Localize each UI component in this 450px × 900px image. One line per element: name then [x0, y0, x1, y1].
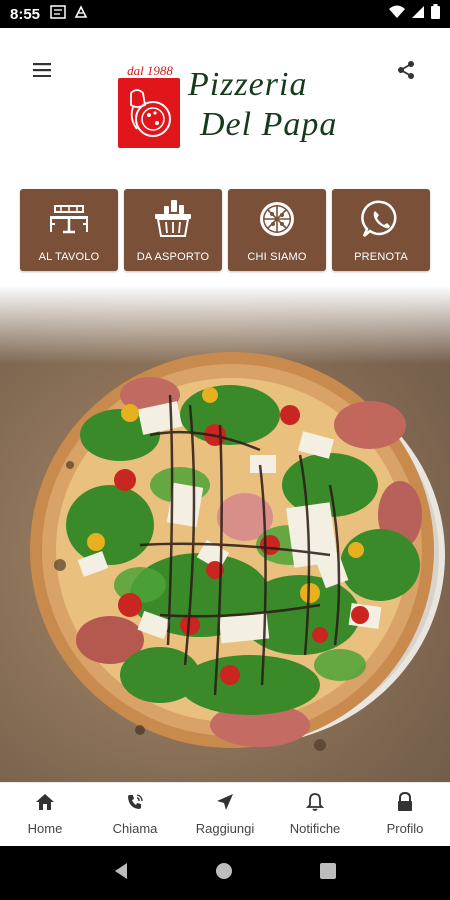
bottom-navigation: Home Chiama Raggiungi Notifiche Profilo: [0, 782, 450, 846]
logo-badge: dal 1988: [118, 62, 180, 148]
whatsapp-icon: [361, 199, 401, 239]
app-header: dal 1988 Pizzeria Del Papa: [0, 28, 450, 178]
nav-notifiche[interactable]: Notifiche: [270, 783, 360, 846]
tile-da-asporto[interactable]: DA ASPORTO: [124, 189, 222, 271]
basket-icon: [153, 199, 193, 239]
logo-name-line1: Pizzeria: [188, 66, 308, 103]
nav-chiama[interactable]: Chiama: [90, 783, 180, 846]
navigation-arrow-icon: [214, 791, 236, 813]
share-icon[interactable]: [392, 56, 420, 84]
nav-raggiungi[interactable]: Raggiungi: [180, 783, 270, 846]
recents-icon[interactable]: [319, 862, 337, 885]
action-tiles: AL TAVOLO DA ASPORTO CHI SIAMO PRENOTA: [20, 189, 430, 271]
pizza-icon: [257, 199, 297, 239]
hamburger-menu-icon[interactable]: [28, 56, 56, 84]
status-time: 8:55: [10, 5, 41, 23]
lock-icon: [394, 791, 416, 813]
tile-label: CHI SIAMO: [247, 251, 307, 263]
nav-home[interactable]: Home: [0, 783, 90, 846]
nav-label: Profilo: [386, 821, 424, 836]
android-system-nav: [0, 846, 450, 900]
hero-pizza-image: [0, 285, 450, 782]
tile-chi-siamo[interactable]: CHI SIAMO: [228, 189, 326, 271]
table-icon: [49, 199, 89, 239]
tile-label: PRENOTA: [354, 251, 408, 263]
pizza-photo: [30, 352, 445, 751]
notification-icon: [50, 4, 66, 24]
vpn-icon: [74, 4, 88, 24]
home-circle-icon[interactable]: [214, 861, 234, 886]
bell-icon: [304, 791, 326, 813]
pizzeria-logo: dal 1988 Pizzeria Del Papa: [118, 62, 338, 152]
tile-label: DA ASPORTO: [136, 251, 210, 263]
nav-label: Notifiche: [289, 821, 341, 836]
tile-al-tavolo[interactable]: AL TAVOLO: [20, 189, 118, 271]
nav-profilo[interactable]: Profilo: [360, 783, 450, 846]
status-bar: 8:55: [0, 0, 450, 28]
battery-icon: [431, 4, 440, 24]
nav-label: Home: [27, 821, 63, 836]
home-icon: [34, 791, 56, 813]
tile-label: AL TAVOLO: [38, 251, 100, 263]
logo-name-line2: Del Papa: [200, 106, 338, 143]
phone-icon: [124, 791, 146, 813]
nav-label: Raggiungi: [195, 821, 255, 836]
logo-year: dal 1988: [127, 63, 173, 78]
signal-icon: [411, 5, 425, 24]
nav-label: Chiama: [112, 821, 158, 836]
wifi-icon: [389, 5, 405, 24]
logo-pope-emblem: [118, 78, 180, 148]
back-icon[interactable]: [113, 862, 129, 885]
tile-prenota[interactable]: PRENOTA: [332, 189, 430, 271]
